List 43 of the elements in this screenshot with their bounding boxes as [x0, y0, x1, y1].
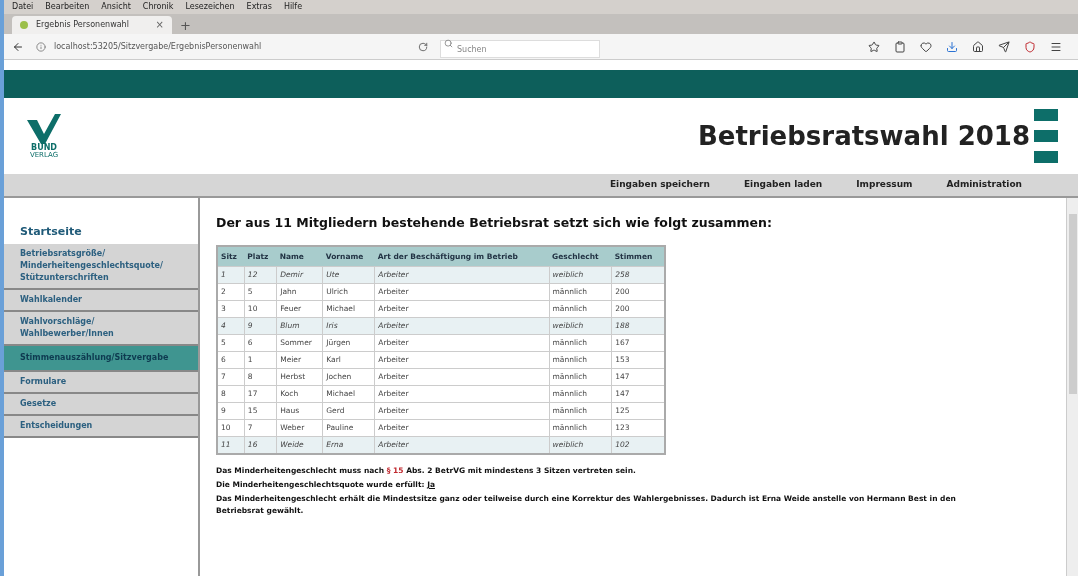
sidebar-item[interactable]: Entscheidungen — [4, 416, 198, 438]
download-icon[interactable] — [946, 40, 958, 53]
top-nav-link[interactable]: Impressum — [856, 178, 913, 192]
checkmark-logo-icon — [27, 113, 61, 144]
top-nav-link[interactable]: Administration — [946, 178, 1022, 192]
menu-item[interactable]: Hilfe — [283, 1, 303, 13]
home-icon[interactable] — [972, 40, 984, 53]
stripes-icon — [1034, 109, 1058, 163]
sidebar-item[interactable]: Formulare — [4, 372, 198, 394]
sidebar-item[interactable]: Gesetze — [4, 394, 198, 416]
sidebar-item[interactable]: Wahlkalender — [4, 290, 198, 312]
site-title: Betriebsratswahl 2018 — [698, 119, 1030, 153]
top-nav-link[interactable]: Eingaben laden — [743, 178, 823, 192]
menu-item[interactable]: Datei — [12, 1, 34, 13]
reload-icon[interactable] — [418, 41, 428, 52]
back-icon[interactable] — [12, 40, 24, 53]
url-text: localhost:53205/Sitzvergabe/ErgebnisPersonenwahl — [54, 40, 262, 53]
menu-item[interactable]: Extras — [246, 1, 272, 13]
search-field[interactable]: Suchen — [440, 40, 600, 58]
logo-text: BUND — [31, 143, 57, 152]
browser-tab[interactable]: Ergebnis Personenwahl × — [12, 16, 172, 34]
sidebar-item[interactable]: Betriebsratsgröße/ Minderheitengeschlechtsquote/ Stützunterschriften — [4, 244, 198, 290]
send-icon[interactable] — [998, 40, 1010, 53]
result-heading: Der aus 11 Mitgliedern bestehende Betriebsrat setzt sich wie folgt zusammen: — [216, 214, 773, 232]
new-tab-button[interactable]: + — [180, 19, 191, 34]
sidebar-item[interactable]: Wahlvorschläge/ Wahlbewerber/Innen — [4, 312, 198, 346]
clipboard-icon[interactable] — [894, 40, 906, 53]
shield-icon[interactable] — [1024, 40, 1036, 53]
menu-item[interactable]: Ansicht — [101, 1, 131, 13]
favicon-icon — [20, 21, 28, 29]
bookmark-star-icon[interactable] — [868, 40, 880, 53]
menu-item[interactable]: Lesezeichen — [185, 1, 235, 13]
sidebar-home-link[interactable]: Startseite — [4, 224, 198, 244]
menu-item[interactable]: Chronik — [142, 1, 174, 13]
top-nav-link[interactable]: Eingaben speichern — [609, 178, 710, 192]
menu-item[interactable]: Bearbeiten — [45, 1, 90, 13]
close-tab-button[interactable]: × — [155, 20, 164, 30]
menu-icon[interactable] — [1050, 40, 1062, 53]
scrollbar[interactable] — [1066, 198, 1078, 576]
search-icon — [444, 39, 453, 48]
tab-title: Ergebnis Personenwahl — [36, 19, 129, 31]
address-bar[interactable]: localhost:53205/Sitzvergabe/ErgebnisPersonenwahl — [32, 37, 432, 56]
heart-icon[interactable] — [920, 40, 932, 53]
